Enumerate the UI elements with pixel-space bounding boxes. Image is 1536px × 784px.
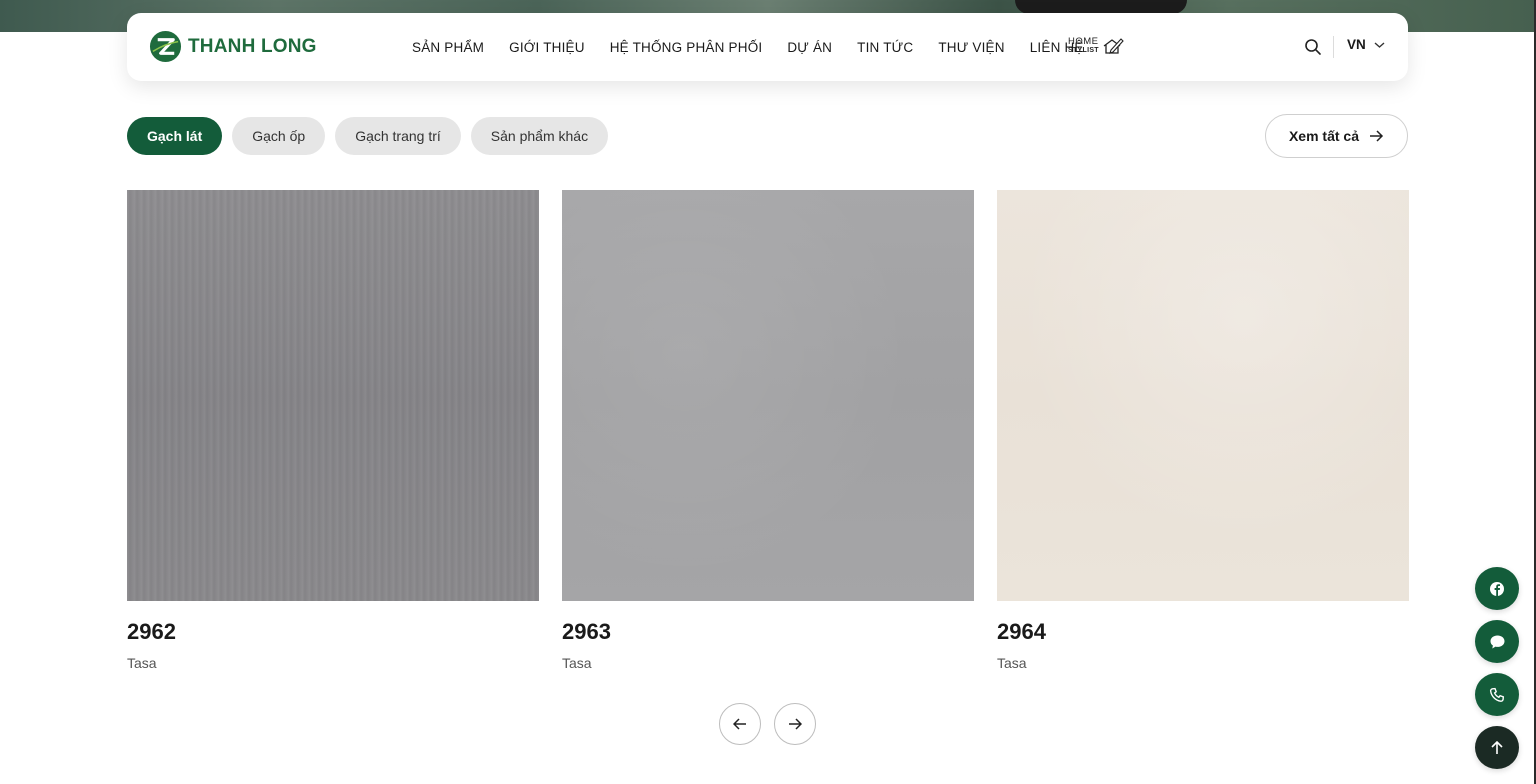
product-brand: Tasa [997,655,1027,671]
chat-icon [1490,635,1504,648]
facebook-button[interactable] [1475,567,1519,610]
arrow-left-icon [733,718,746,730]
product-carousel: 2962 Tasa 2963 Tasa 2964 Tasa [127,190,1409,671]
search-button[interactable] [1303,37,1323,57]
arrow-right-icon [789,718,802,730]
nav-item-news[interactable]: TIN TỨC [857,40,913,55]
home-stylist-line2: STYLIST [1068,47,1099,54]
brand-logo[interactable]: THANH LONG [149,30,317,63]
product-brand: Tasa [562,655,592,671]
product-code[interactable]: 2963 [562,619,974,645]
chevron-down-icon [1374,41,1385,48]
product-code[interactable]: 2962 [127,619,539,645]
filter-tab-wall-tiles[interactable]: Gạch ốp [232,117,326,155]
filter-tab-floor-tiles[interactable]: Gạch lát [127,117,223,155]
carousel-prev-button[interactable] [719,703,761,745]
product-image[interactable] [562,190,974,601]
floating-actions [1475,567,1519,769]
view-all-label: Xem tất cả [1288,128,1360,144]
house-pen-icon [1103,38,1124,54]
nav-item-projects[interactable]: DỰ ÁN [787,40,832,55]
arrow-right-icon [1370,130,1384,142]
nav-item-distribution[interactable]: HỆ THỐNG PHÂN PHỐI [610,40,763,55]
arrow-up-icon [1491,740,1503,754]
chat-button[interactable] [1475,620,1519,663]
view-all-button[interactable]: Xem tất cả [1265,114,1408,158]
product-image[interactable] [127,190,539,601]
logo-mark-icon [149,30,182,63]
home-stylist-line1: HOME [1068,36,1099,47]
nav-menu: SẢN PHẨM GIỚI THIỆU HỆ THỐNG PHÂN PHỐI D… [412,13,1084,81]
language-label: VN [1347,37,1366,52]
product-image[interactable] [997,190,1409,601]
product-card[interactable]: 2964 Tasa [997,190,1409,671]
nav-item-library[interactable]: THƯ VIỆN [938,40,1004,55]
main-navbar: THANH LONG SẢN PHẨM GIỚI THIỆU HỆ THỐNG … [127,13,1408,81]
hero-banner-shape [1015,0,1187,14]
carousel-controls [719,703,816,745]
carousel-next-button[interactable] [774,703,816,745]
brand-name: THANH LONG [188,35,317,57]
product-card[interactable]: 2962 Tasa [127,190,539,671]
home-stylist-logo: HOME STYLIST [1068,37,1099,55]
phone-button[interactable] [1475,673,1519,716]
language-selector[interactable]: VN [1347,37,1385,52]
nav-item-products[interactable]: SẢN PHẨM [412,40,484,55]
nav-item-about[interactable]: GIỚI THIỆU [509,40,585,55]
facebook-icon [1490,581,1504,596]
phone-icon [1489,687,1505,702]
product-brand: Tasa [127,655,157,671]
product-code[interactable]: 2964 [997,619,1409,645]
filter-tab-decorative-tiles[interactable]: Gạch trang trí [335,117,461,155]
search-icon [1305,39,1321,55]
back-to-top-button[interactable] [1475,726,1519,769]
category-filters: Gạch lát Gạch ốp Gạch trang trí Sản phẩm… [127,117,609,155]
filter-tab-other-products[interactable]: Sản phẩm khác [470,117,609,155]
home-stylist-link[interactable]: HOME STYLIST [1068,37,1124,55]
product-card[interactable]: 2963 Tasa [562,190,974,671]
nav-divider [1333,36,1334,58]
